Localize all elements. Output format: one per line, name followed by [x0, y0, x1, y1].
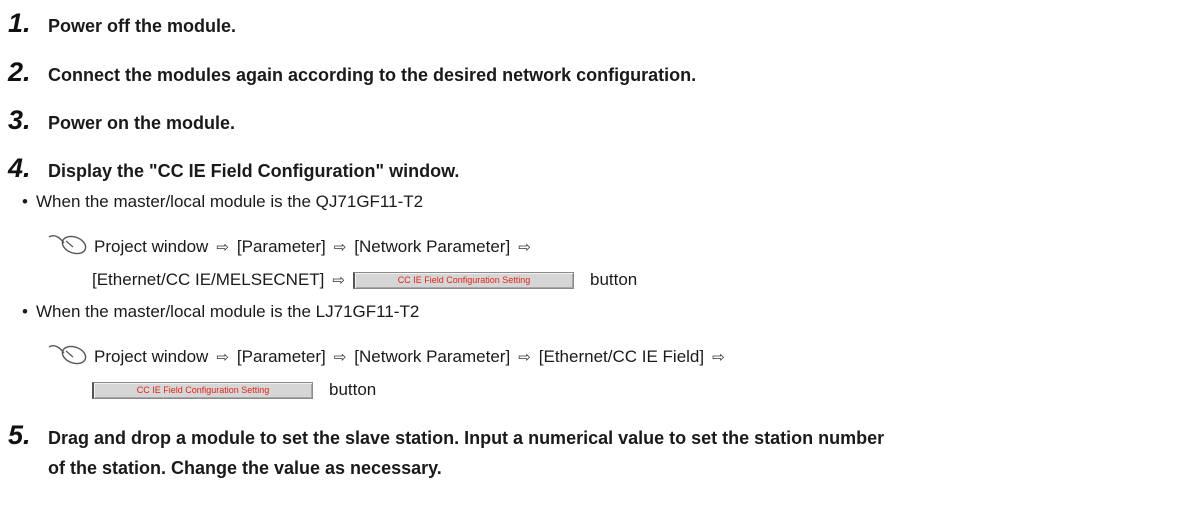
arrow-right-icon: ⇨ — [518, 238, 531, 256]
arrow-right-icon: ⇨ — [333, 238, 347, 256]
case-label: When the master/local module is the QJ71… — [36, 192, 424, 211]
nav-path-qj71-line1: Project window ⇨ [Parameter] ⇨ [Network … — [46, 232, 539, 261]
step-text: Power on the module. — [48, 113, 236, 133]
arrow-right-icon: ⇨ — [216, 238, 229, 256]
step-1: 1. Power off the module. — [8, 8, 236, 39]
step-number: 4. — [8, 153, 31, 183]
button-word: button — [589, 270, 638, 289]
nav-path-lj71-line2: CC IE Field Configuration Setting button — [92, 380, 376, 400]
path-item: Project window — [94, 346, 209, 366]
arrow-right-icon: ⇨ — [332, 272, 345, 289]
step-text-continued: of the station. Change the value as nece… — [48, 458, 442, 478]
step-number: 2. — [8, 57, 31, 87]
step-number: 5. — [8, 420, 31, 450]
case-label: When the master/local module is the LJ71… — [36, 302, 420, 321]
path-item: [Parameter] — [236, 346, 326, 366]
arrow-right-icon: ⇨ — [333, 348, 347, 366]
step-number: 3. — [8, 105, 31, 135]
cc-ie-field-configuration-setting-button[interactable]: CC IE Field Configuration Setting — [352, 271, 574, 289]
step-text: Drag and drop a module to set the slave … — [48, 428, 885, 448]
step-4: 4. Display the "CC IE Field Configuratio… — [8, 153, 459, 184]
path-item: [Ethernet/CC IE/MELSECNET] — [92, 270, 325, 289]
case-bullet-lj71: • When the master/local module is the LJ7… — [22, 302, 420, 321]
path-item: [Ethernet/CC IE Field] — [538, 346, 705, 366]
arrow-right-icon: ⇨ — [712, 348, 725, 366]
step-number: 1. — [8, 8, 31, 38]
step-2: 2. Connect the modules again according t… — [8, 57, 696, 88]
nav-path-lj71-line1: Project window ⇨ [Parameter] ⇨ [Network … — [46, 342, 733, 371]
cc-ie-field-configuration-setting-button[interactable]: CC IE Field Configuration Setting — [92, 381, 313, 399]
case-bullet-qj71: • When the master/local module is the QJ7… — [22, 192, 424, 211]
button-word: button — [329, 380, 377, 399]
path-item: Project window — [94, 236, 209, 256]
step-text: Connect the modules again according to t… — [48, 65, 697, 85]
path-item: [Network Parameter] — [354, 346, 511, 366]
step-text: Power off the module. — [48, 16, 237, 36]
path-item: [Network Parameter] — [354, 236, 511, 256]
step-3: 3. Power on the module. — [8, 105, 235, 136]
mouse-operation-icon — [46, 232, 90, 261]
step-text: Display the "CC IE Field Configuration" … — [48, 161, 460, 181]
nav-path-qj71-line2: [Ethernet/CC IE/MELSECNET] ⇨ CC IE Field… — [92, 270, 637, 290]
mouse-operation-icon — [46, 342, 90, 371]
path-item: [Parameter] — [236, 236, 326, 256]
arrow-right-icon: ⇨ — [518, 348, 531, 366]
step-5: 5. Drag and drop a module to set the sla… — [8, 420, 884, 451]
arrow-right-icon: ⇨ — [216, 348, 229, 366]
